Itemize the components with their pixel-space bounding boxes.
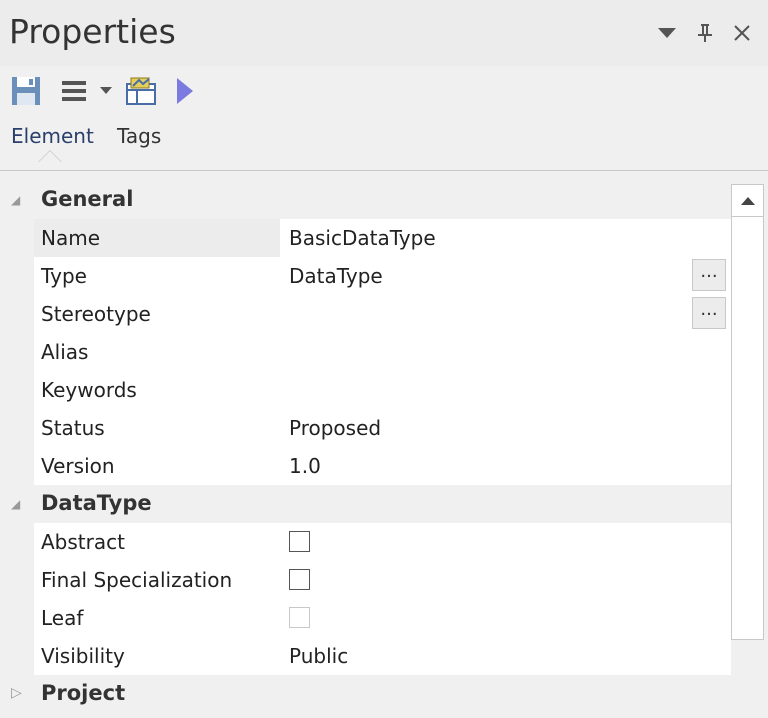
scroll-up-arrow-icon[interactable] [731,184,764,217]
property-name: Type [41,264,87,288]
property-row-visibility[interactable]: Visibility Public [0,637,731,675]
category-datatype[interactable]: ◢ DataType [0,485,731,523]
property-name: Status [41,416,105,440]
category-label: Project [41,681,126,705]
tab-tags[interactable]: Tags [117,124,161,148]
scrollbar-thumb[interactable] [731,217,764,640]
property-row-alias[interactable]: Alias [0,333,731,371]
element-browser-icon[interactable] [124,74,158,108]
property-value-version[interactable]: 1.0 [289,447,321,485]
row-gutter [0,333,34,371]
property-row-abstract[interactable]: Abstract [0,523,731,561]
close-icon[interactable] [729,20,755,46]
tab-element[interactable]: Element [11,124,94,148]
category-label: General [41,187,134,211]
property-value-visibility[interactable]: Public [289,637,348,675]
collapse-arrow-icon[interactable]: ◢ [11,193,20,207]
row-gutter [0,257,34,295]
dropdown-arrow-icon[interactable] [98,74,114,108]
property-value-type[interactable]: DataType [289,257,383,295]
expand-arrow-icon[interactable]: ▷ [11,685,22,701]
property-name: Visibility [41,644,125,668]
pin-icon[interactable] [692,20,718,46]
dropdown-icon[interactable] [654,20,680,46]
row-gutter [0,637,34,675]
stereotype-browse-button[interactable]: ... [692,297,726,329]
abstract-checkbox[interactable] [289,531,310,552]
property-value-status[interactable]: Proposed [289,409,381,447]
category-project[interactable]: ▷ Project [0,675,731,713]
row-gutter [0,599,34,637]
property-row-name[interactable]: Name BasicDataType [0,219,731,257]
property-row-status[interactable]: Status Proposed [0,409,731,447]
property-row-stereotype[interactable]: Stereotype ... [0,295,731,333]
property-name: Stereotype [41,302,151,326]
leaf-checkbox [289,607,310,628]
row-gutter [0,409,34,447]
vertical-scrollbar[interactable] [731,181,764,718]
property-name: Alias [41,340,89,364]
active-tab-indicator [38,150,62,162]
title-bar: Properties [0,0,768,66]
type-browse-button[interactable]: ... [692,259,726,291]
save-icon[interactable] [10,74,42,108]
row-gutter [0,447,34,485]
tab-bar: Element Tags [0,116,768,171]
property-name: Abstract [41,530,125,554]
row-gutter [0,561,34,599]
property-grid: ◢ General Name BasicDataType Type DataTy… [0,181,731,718]
property-name: Version [41,454,115,478]
property-name: Leaf [41,606,84,630]
category-general[interactable]: ◢ General [0,181,731,219]
row-gutter [0,295,34,333]
row-gutter [0,523,34,561]
property-row-type[interactable]: Type DataType ... [0,257,731,295]
property-row-version[interactable]: Version 1.0 [0,447,731,485]
property-value-name[interactable]: BasicDataType [289,219,436,257]
final-specialization-checkbox[interactable] [289,569,310,590]
row-gutter [0,219,34,257]
toolbar [0,66,768,116]
collapse-arrow-icon[interactable]: ◢ [11,497,20,511]
property-name: Name [34,219,280,257]
property-name: Keywords [41,378,137,402]
panel-title: Properties [9,12,176,51]
play-icon[interactable] [174,74,196,108]
property-row-keywords[interactable]: Keywords [0,371,731,409]
property-name: Final Specialization [41,568,233,592]
row-gutter [0,371,34,409]
menu-icon[interactable] [58,74,90,108]
category-label: DataType [41,491,152,515]
property-row-final-specialization[interactable]: Final Specialization [0,561,731,599]
property-row-leaf[interactable]: Leaf [0,599,731,637]
